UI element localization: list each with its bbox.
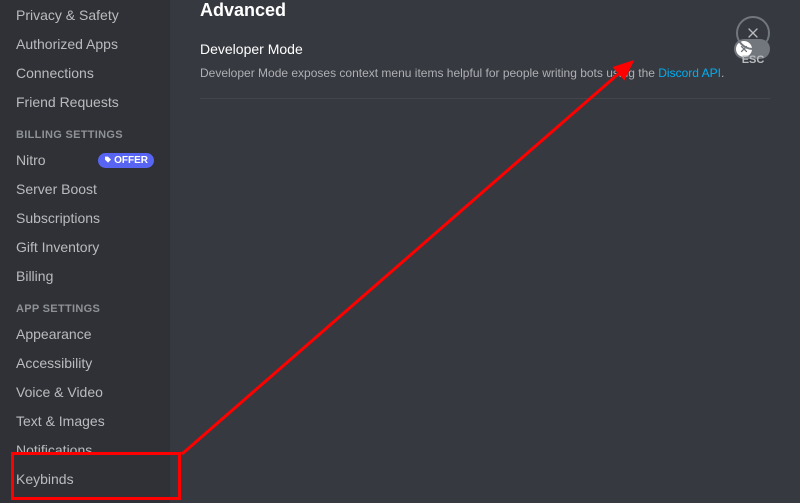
sidebar-item-subscriptions[interactable]: Subscriptions: [8, 204, 162, 232]
sidebar-item-authorized-apps[interactable]: Authorized Apps: [8, 30, 162, 58]
sidebar-section-app: APP SETTINGS: [8, 291, 162, 319]
sidebar-item-gift-inventory[interactable]: Gift Inventory: [8, 233, 162, 261]
setting-description: Developer Mode exposes context menu item…: [200, 65, 770, 82]
discord-api-link[interactable]: Discord API: [658, 66, 721, 80]
settings-sidebar: Privacy & Safety Authorized Apps Connect…: [0, 0, 170, 503]
sidebar-item-keybinds[interactable]: Keybinds: [8, 465, 162, 493]
page-title: Advanced: [200, 0, 770, 21]
sidebar-item-text-images[interactable]: Text & Images: [8, 407, 162, 435]
sidebar-item-language[interactable]: Language: [8, 494, 162, 503]
sidebar-section-billing: BILLING SETTINGS: [8, 117, 162, 145]
sidebar-item-appearance[interactable]: Appearance: [8, 320, 162, 348]
sidebar-item-voice-video[interactable]: Voice & Video: [8, 378, 162, 406]
sidebar-item-notifications[interactable]: Notifications: [8, 436, 162, 464]
offer-badge: OFFER: [98, 153, 154, 168]
main-content: Advanced Developer Mode Developer Mode e…: [170, 0, 800, 503]
sidebar-item-nitro[interactable]: Nitro OFFER: [8, 146, 162, 174]
sidebar-item-server-boost[interactable]: Server Boost: [8, 175, 162, 203]
close-icon: [745, 25, 761, 41]
tag-icon: [104, 156, 112, 164]
sidebar-item-billing[interactable]: Billing: [8, 262, 162, 290]
close-container: ESC: [736, 16, 770, 66]
close-label: ESC: [742, 54, 765, 66]
sidebar-item-accessibility[interactable]: Accessibility: [8, 349, 162, 377]
sidebar-item-privacy-safety[interactable]: Privacy & Safety: [8, 1, 162, 29]
setting-developer-mode: Developer Mode Developer Mode exposes co…: [200, 39, 770, 99]
close-button[interactable]: [736, 16, 770, 50]
sidebar-item-connections[interactable]: Connections: [8, 59, 162, 87]
sidebar-item-friend-requests[interactable]: Friend Requests: [8, 88, 162, 116]
setting-label: Developer Mode: [200, 41, 303, 57]
